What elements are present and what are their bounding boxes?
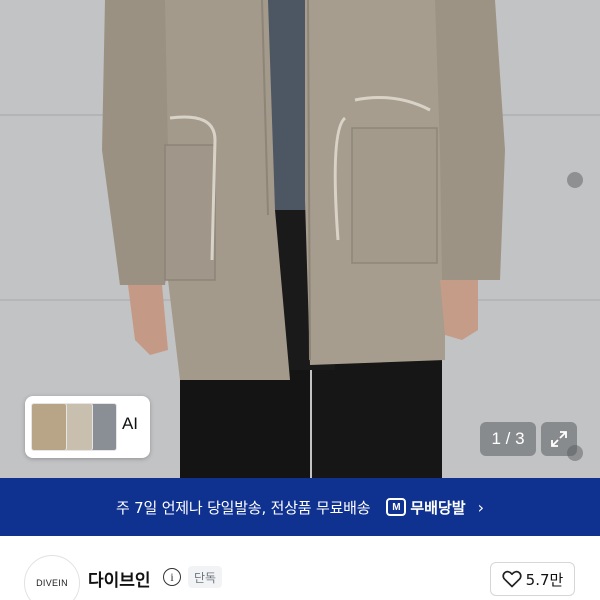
image-page-counter: 1 / 3	[480, 422, 536, 456]
info-icon[interactable]: i	[163, 568, 181, 586]
brand-logo[interactable]: DIVEIN	[24, 555, 80, 600]
ai-label: AI	[121, 414, 138, 433]
seller-name[interactable]: 다이브인	[88, 566, 151, 591]
shipping-banner[interactable]: 주 7일 언제나 당일발송, 전상품 무료배송 M 무배당발 ›	[0, 478, 600, 536]
exclusive-badge: 단독	[188, 566, 223, 588]
expand-image-button[interactable]	[541, 422, 577, 456]
chevron-right-icon: ›	[477, 497, 484, 517]
ai-thumbnail	[31, 403, 67, 451]
like-button[interactable]: 5.7만	[490, 562, 575, 596]
banner-text: 주 7일 언제나 당일발송, 전상품 무료배송	[116, 498, 371, 517]
ai-similar-card[interactable]: AI	[25, 396, 150, 458]
badge-label: 무배당발	[410, 498, 466, 517]
seller-row: DIVEIN 다이브인 i 단독 5.7만	[0, 536, 600, 600]
like-count: 5.7만	[525, 570, 564, 589]
badge-logo-icon: M	[386, 498, 407, 516]
heart-icon	[502, 570, 522, 588]
free-shipping-badge: M 무배당발	[386, 497, 466, 518]
product-image[interactable]: AI 1 / 3	[0, 0, 600, 478]
expand-icon	[551, 431, 567, 447]
ai-thumbnails	[31, 401, 119, 453]
